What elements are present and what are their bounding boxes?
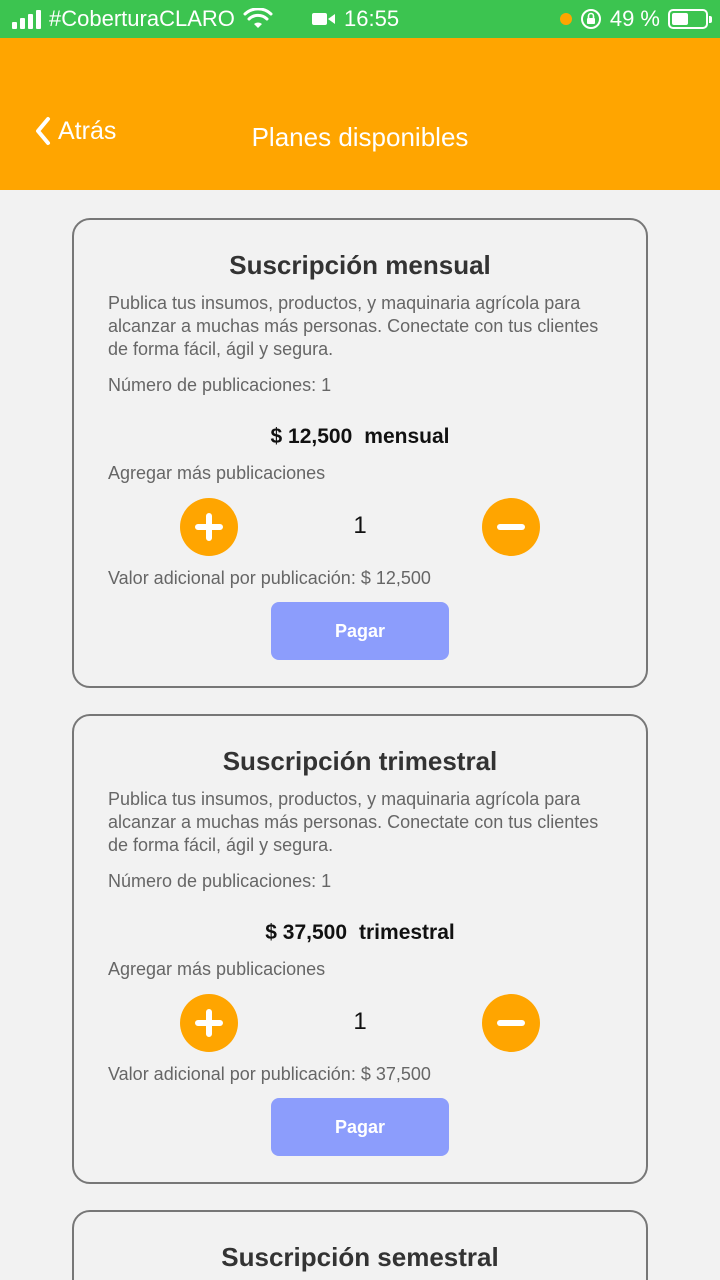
- minus-icon: [497, 524, 525, 530]
- plan-description: Publica tus insumos, productos, y maquin…: [108, 293, 599, 359]
- minus-icon: [497, 1020, 525, 1026]
- plan-card-semiannual: Suscripción semestral: [72, 1210, 648, 1280]
- signal-icon: [12, 9, 41, 29]
- battery-icon: [668, 9, 712, 29]
- quantity-value: 1: [353, 512, 367, 539]
- plan-card-monthly: Suscripción mensual Publica tus insumos,…: [72, 218, 648, 688]
- page-title: Planes disponibles: [251, 122, 469, 152]
- carrier-name: #CoberturaCLARO: [49, 6, 235, 31]
- plan-title: Suscripción trimestral: [222, 746, 498, 776]
- quantity-value: 1: [353, 1008, 367, 1035]
- plan-price-line: $ 37,500 trimestral: [74, 921, 646, 945]
- video-icon: [312, 13, 335, 25]
- add-publications-label: Agregar más publicaciones: [108, 959, 326, 979]
- status-bar: #CoberturaCLARO 16:55 49 %: [0, 0, 720, 38]
- add-publications-label: Agregar más publicaciones: [108, 463, 326, 483]
- plan-period: mensual: [364, 425, 450, 448]
- additional-value: Valor adicional por publicación: $ 12,50…: [108, 568, 431, 588]
- pay-button[interactable]: Pagar: [271, 602, 449, 660]
- wifi-icon: [243, 8, 273, 28]
- plan-publications: Número de publicaciones: 1: [108, 375, 332, 395]
- privacy-dot-icon: [559, 13, 572, 25]
- plan-title: Suscripción mensual: [229, 250, 491, 280]
- clock: 16:55: [344, 6, 400, 31]
- status-center: 16:55: [312, 0, 399, 38]
- app-header: Atrás Planes disponibles: [0, 38, 720, 190]
- plan-period: trimestral: [359, 921, 455, 944]
- decrease-button[interactable]: [482, 498, 540, 556]
- status-right: 49 %: [559, 0, 712, 38]
- status-left: #CoberturaCLARO: [12, 6, 273, 32]
- battery-percent: 49 %: [609, 6, 660, 31]
- additional-value: Valor adicional por publicación: $ 37,50…: [108, 1064, 431, 1084]
- plan-description: Publica tus insumos, productos, y maquin…: [108, 789, 599, 855]
- plan-price-line: $ 12,500 mensual: [74, 425, 646, 449]
- plan-publications: Número de publicaciones: 1: [108, 871, 332, 891]
- decrease-button[interactable]: [482, 994, 540, 1052]
- plan-card-quarterly: Suscripción trimestral Publica tus insum…: [72, 714, 648, 1184]
- plan-price: $ 12,500: [270, 425, 353, 448]
- plan-title: Suscripción semestral: [221, 1242, 499, 1272]
- plan-price: $ 37,500: [265, 921, 348, 944]
- rotation-lock-icon: [580, 9, 601, 29]
- pay-button[interactable]: Pagar: [271, 1098, 449, 1156]
